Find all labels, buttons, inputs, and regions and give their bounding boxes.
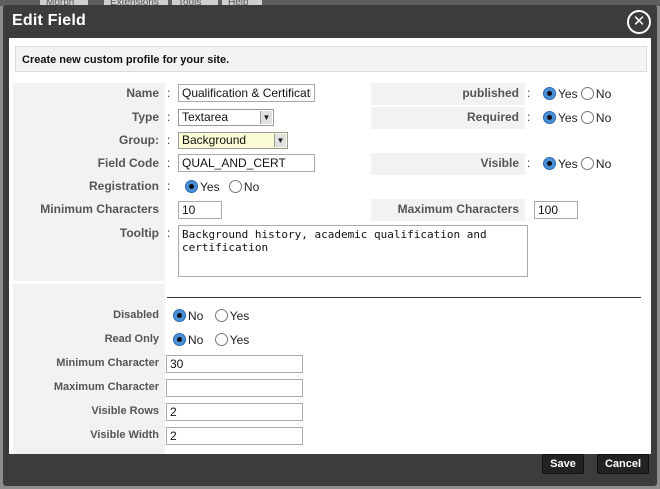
max-chars-input[interactable] — [534, 201, 578, 219]
read-only-no-radio[interactable] — [173, 333, 186, 346]
read-only-radio-group: No Yes — [173, 330, 249, 350]
chevron-down-icon: ▼ — [274, 134, 286, 147]
required-yes-label: Yes — [558, 111, 578, 125]
read-only-no-label: No — [188, 333, 204, 347]
section-divider — [167, 297, 641, 298]
field-code-input[interactable] — [178, 154, 315, 172]
row-group: Group: : Background ▼ — [13, 130, 647, 152]
registration-label: Registration — [13, 176, 165, 198]
chevron-down-icon: ▼ — [260, 111, 272, 124]
published-no-radio[interactable] — [580, 87, 594, 100]
disabled-yes-radio[interactable] — [214, 309, 228, 322]
disabled-radio-group: No Yes — [173, 306, 249, 326]
row-read-only: Read Only No Yes — [13, 329, 647, 351]
max-chars-label: Maximum Characters — [371, 199, 525, 221]
row-registration: Registration : Yes No — [13, 176, 647, 198]
published-yes-radio[interactable] — [543, 87, 556, 100]
group-label: Group: — [13, 130, 165, 152]
registration-yes-radio[interactable] — [185, 180, 198, 193]
visible-yes-label: Yes — [558, 157, 578, 171]
visible-width-label: Visible Width — [13, 425, 165, 447]
notice-text: Create new custom profile for your site. — [15, 46, 647, 72]
visible-yes-radio[interactable] — [543, 157, 556, 170]
min-chars-label: Minimum Characters — [13, 199, 165, 221]
visible-rows-label: Visible Rows — [13, 401, 165, 423]
group-selected-value: Background — [182, 133, 247, 147]
row-disabled: Disabled No Yes — [13, 305, 647, 327]
save-button[interactable]: Save — [542, 454, 584, 474]
required-no-label: No — [595, 111, 612, 125]
close-icon[interactable]: ✕ — [627, 10, 651, 34]
tooltip-textarea[interactable]: Background history, academic qualificati… — [178, 225, 528, 277]
colon: : — [167, 156, 171, 170]
visible-label: Visible — [371, 153, 525, 175]
read-only-label: Read Only — [13, 329, 165, 351]
required-radio-group: Yes No — [543, 108, 611, 128]
colon: : — [167, 110, 171, 124]
type-label: Type — [13, 107, 165, 129]
field-code-label: Field Code — [13, 153, 165, 175]
min-character-label: Minimum Character — [13, 353, 165, 375]
row-visible-rows: Visible Rows — [13, 401, 647, 423]
type-select[interactable]: Textarea ▼ — [178, 109, 274, 126]
tooltip-label: Tooltip — [13, 223, 165, 245]
registration-no-radio[interactable] — [228, 180, 242, 193]
colon: : — [167, 133, 171, 147]
name-input[interactable] — [178, 84, 315, 102]
colon: : — [527, 156, 531, 170]
name-label: Name — [13, 83, 165, 105]
row-field-code: Field Code : Visible : Yes No — [13, 153, 647, 175]
colon: : — [167, 179, 171, 193]
colon: : — [527, 86, 531, 100]
group-select[interactable]: Background ▼ — [178, 132, 288, 149]
visible-rows-input[interactable] — [166, 403, 303, 421]
registration-no-label: No — [243, 180, 260, 194]
row-type: Type : Textarea ▼ Required : Yes No — [13, 107, 647, 129]
required-yes-radio[interactable] — [543, 111, 556, 124]
disabled-no-label: No — [188, 309, 204, 323]
published-no-label: No — [595, 87, 612, 101]
required-no-radio[interactable] — [580, 111, 594, 124]
visible-no-radio[interactable] — [580, 157, 594, 170]
colon: : — [167, 226, 171, 240]
cancel-button[interactable]: Cancel — [597, 454, 649, 474]
required-label: Required — [371, 107, 525, 129]
disabled-no-radio[interactable] — [173, 309, 186, 322]
row-min-character: Minimum Character — [13, 353, 647, 375]
read-only-yes-label: Yes — [229, 333, 250, 347]
row-tooltip: Tooltip : Background history, academic q… — [13, 223, 647, 281]
row-name: Name : published : Yes No — [13, 83, 647, 105]
row-characters: Minimum Characters Maximum Characters — [13, 199, 647, 221]
disabled-label: Disabled — [13, 305, 165, 327]
published-label: published — [371, 83, 525, 105]
visible-no-label: No — [595, 157, 612, 171]
modal-content: Create new custom profile for your site.… — [9, 38, 651, 454]
max-character-label: Maximum Character — [13, 377, 165, 399]
visible-radio-group: Yes No — [543, 154, 611, 174]
row-visible-width: Visible Width — [13, 425, 647, 447]
disabled-yes-label: Yes — [229, 309, 250, 323]
min-character-input[interactable] — [166, 355, 303, 373]
row-max-character: Maximum Character — [13, 377, 647, 399]
colon: : — [167, 86, 171, 100]
modal-title: Edit Field — [12, 12, 86, 29]
type-selected-value: Textarea — [182, 110, 229, 124]
visible-width-input[interactable] — [166, 427, 303, 445]
colon: : — [527, 110, 531, 124]
max-character-input[interactable] — [166, 379, 303, 397]
min-chars-input[interactable] — [178, 201, 222, 219]
registration-yes-label: Yes — [200, 180, 220, 194]
read-only-yes-radio[interactable] — [214, 333, 228, 346]
published-radio-group: Yes No — [543, 84, 611, 104]
registration-radio-group: Yes No — [185, 177, 259, 197]
published-yes-label: Yes — [558, 87, 578, 101]
